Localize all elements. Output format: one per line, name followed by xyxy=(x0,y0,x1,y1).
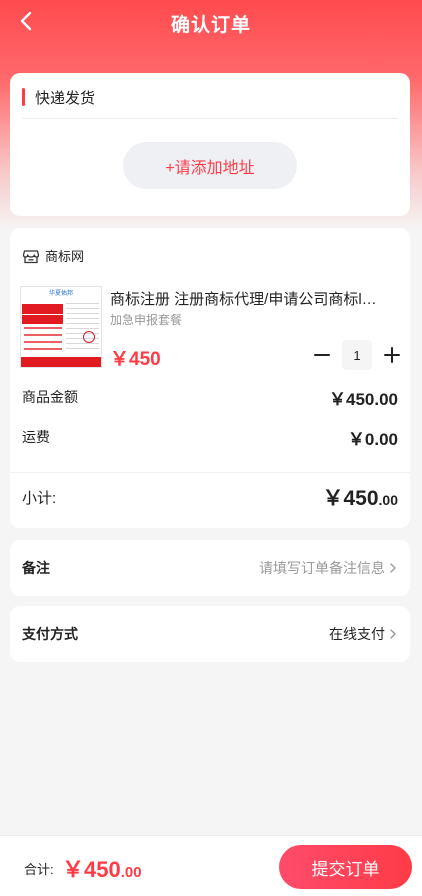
product-spec: 加急申报套餐 xyxy=(110,313,183,327)
page-title: 确认订单 xyxy=(170,15,251,36)
bottom-bar: 合计: ￥450.00 提交订单 xyxy=(0,835,422,896)
decrease-button[interactable] xyxy=(306,339,338,371)
product-image[interactable]: 华夏佑邦 xyxy=(20,286,102,368)
remark-row[interactable]: 备注 请填写订单备注信息 xyxy=(22,540,398,596)
payment-selector[interactable]: 在线支付 xyxy=(329,624,398,644)
payment-row[interactable]: 支付方式 在线支付 xyxy=(22,606,398,662)
subtotal-row: 小计: ￥450.00 xyxy=(22,483,398,511)
shop-header: 商标网 xyxy=(22,246,84,265)
total-value: ￥450.00 xyxy=(62,852,142,884)
product-image-brand: 华夏佑邦 xyxy=(49,291,74,297)
total-decimal: .00 xyxy=(120,864,142,881)
increase-button[interactable] xyxy=(376,339,408,371)
shipping-fee-row: 运费 ￥0.00 xyxy=(22,425,398,449)
shipping-fee-label: 运费 xyxy=(22,429,50,445)
navigation-bar: 确认订单 xyxy=(0,0,422,48)
divider xyxy=(10,472,410,473)
quantity-stepper: 1 xyxy=(306,339,408,371)
total-main: ￥450 xyxy=(62,857,121,882)
seal-icon xyxy=(83,331,95,343)
payment-label: 支付方式 xyxy=(22,626,78,642)
payment-value: 在线支付 xyxy=(329,626,385,642)
plus-icon xyxy=(384,347,400,363)
shipping-header: 快递发货 xyxy=(22,87,95,107)
order-card: 商标网 华夏佑邦 商标注册 注册商标代理/申请公司商标l… 加急申报套餐 ￥45… xyxy=(10,228,410,528)
shop-name: 商标网 xyxy=(45,249,85,264)
shipping-title: 快递发货 xyxy=(35,89,96,107)
payment-card: 支付方式 在线支付 xyxy=(10,606,410,662)
subtotal-decimal: .00 xyxy=(378,492,398,508)
goods-amount-row: 商品金额 ￥450.00 xyxy=(22,385,398,409)
quantity-value[interactable]: 1 xyxy=(342,340,372,370)
goods-amount-value: ￥450.00 xyxy=(329,389,398,409)
product-price: ￥450 xyxy=(110,349,161,370)
total-label: 合计: xyxy=(24,862,54,877)
goods-amount-label: 商品金额 xyxy=(22,389,78,405)
submit-order-button[interactable]: 提交订单 xyxy=(279,845,412,889)
remark-placeholder: 请填写订单备注信息 xyxy=(259,560,385,576)
store-icon xyxy=(22,249,40,263)
subtotal-main: ￥450 xyxy=(322,487,379,510)
add-address-button[interactable]: +请添加地址 xyxy=(123,142,297,189)
product-title[interactable]: 商标注册 注册商标代理/申请公司商标l… xyxy=(110,288,400,309)
minus-icon xyxy=(314,354,330,356)
chevron-right-icon xyxy=(390,629,396,639)
divider xyxy=(22,118,398,119)
shipping-card: 快递发货 +请添加地址 xyxy=(10,73,410,216)
shipping-fee-value: ￥0.00 xyxy=(347,429,398,449)
chevron-right-icon xyxy=(390,563,396,573)
section-accent-bar xyxy=(22,88,25,106)
remark-label: 备注 xyxy=(22,560,50,576)
remark-card: 备注 请填写订单备注信息 xyxy=(10,540,410,596)
subtotal-value: ￥450.00 xyxy=(322,482,398,512)
subtotal-label: 小计: xyxy=(22,489,57,507)
remark-input[interactable]: 请填写订单备注信息 xyxy=(259,558,398,578)
